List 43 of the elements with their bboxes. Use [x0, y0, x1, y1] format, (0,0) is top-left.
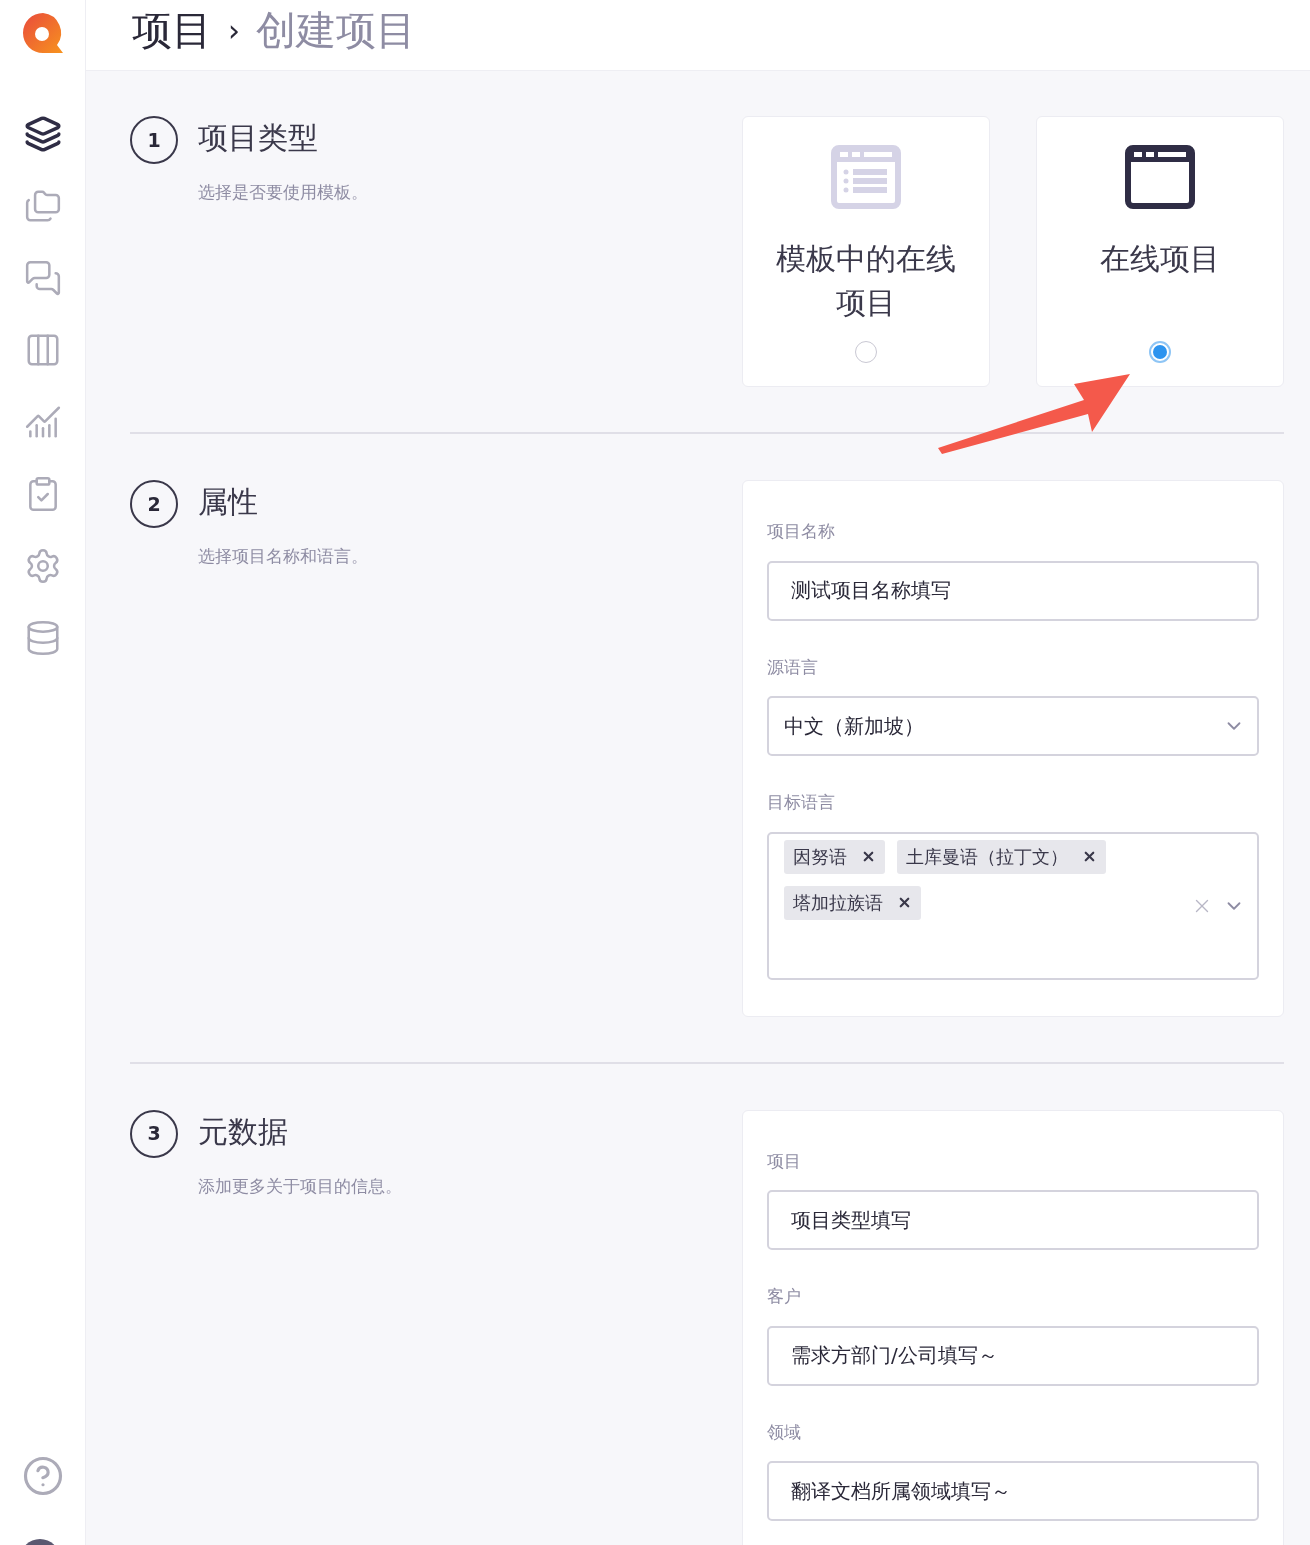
- field-label: 项目: [767, 1149, 801, 1173]
- project-type-card[interactable]: 模板中的在线项目: [742, 116, 990, 387]
- radio-button[interactable]: [855, 341, 877, 363]
- section-title: 项目类型: [198, 119, 319, 157]
- select-field[interactable]: 中文（新加坡）: [767, 696, 1259, 756]
- page-title: 创建项目: [256, 6, 416, 55]
- step-number: 1: [130, 116, 178, 164]
- text-field[interactable]: 需求方部门/公司填写～: [767, 1325, 1259, 1386]
- field-label: 领域: [767, 1420, 801, 1444]
- folders-icon[interactable]: [23, 187, 62, 225]
- tag-label: 土库曼语（拉丁文）: [906, 845, 1068, 869]
- section-title: 属性: [198, 483, 259, 521]
- section-description: 选择项目名称和语言。: [198, 545, 368, 568]
- select-value: 中文（新加坡）: [784, 713, 924, 740]
- section-title: 元数据: [198, 1112, 289, 1151]
- field-label: 源语言: [767, 655, 818, 679]
- project-type-card[interactable]: 在线项目: [1036, 116, 1284, 387]
- window-icon: [1125, 145, 1195, 209]
- layers-icon[interactable]: [23, 115, 62, 153]
- card-title: 模板中的在线项目: [775, 240, 957, 322]
- section-description: 添加更多关于项目的信息。: [198, 1174, 402, 1198]
- remove-icon[interactable]: [897, 895, 912, 910]
- field-label: 目标语言: [767, 791, 835, 814]
- step-number: 2: [130, 480, 178, 528]
- remove-icon[interactable]: [1082, 849, 1097, 864]
- text-field[interactable]: 测试项目名称填写: [767, 560, 1259, 621]
- text-field[interactable]: 项目类型填写: [767, 1190, 1259, 1250]
- tag-label: 因努语: [793, 845, 847, 869]
- field-label: 项目名称: [767, 520, 835, 543]
- chat-bubbles-icon[interactable]: [23, 259, 62, 297]
- list-window-icon: [831, 145, 901, 209]
- multi-select-field[interactable]: 因努语 土库曼语（拉丁文） 塔加拉族语: [767, 831, 1259, 980]
- radio-button[interactable]: [1149, 341, 1171, 363]
- breadcrumb-separator: ›: [228, 11, 240, 50]
- tag-label: 塔加拉族语: [793, 891, 883, 915]
- card-title: 在线项目: [1100, 240, 1220, 278]
- field-label: 客户: [767, 1285, 801, 1308]
- remove-icon[interactable]: [861, 849, 876, 864]
- text-field[interactable]: 翻译文档所属领域填写～: [767, 1461, 1259, 1521]
- help-icon[interactable]: [21, 1455, 64, 1497]
- section-description: 选择是否要使用模板。: [198, 181, 368, 204]
- breadcrumb-link[interactable]: 项目: [132, 0, 212, 60]
- step-number: 3: [130, 1109, 178, 1158]
